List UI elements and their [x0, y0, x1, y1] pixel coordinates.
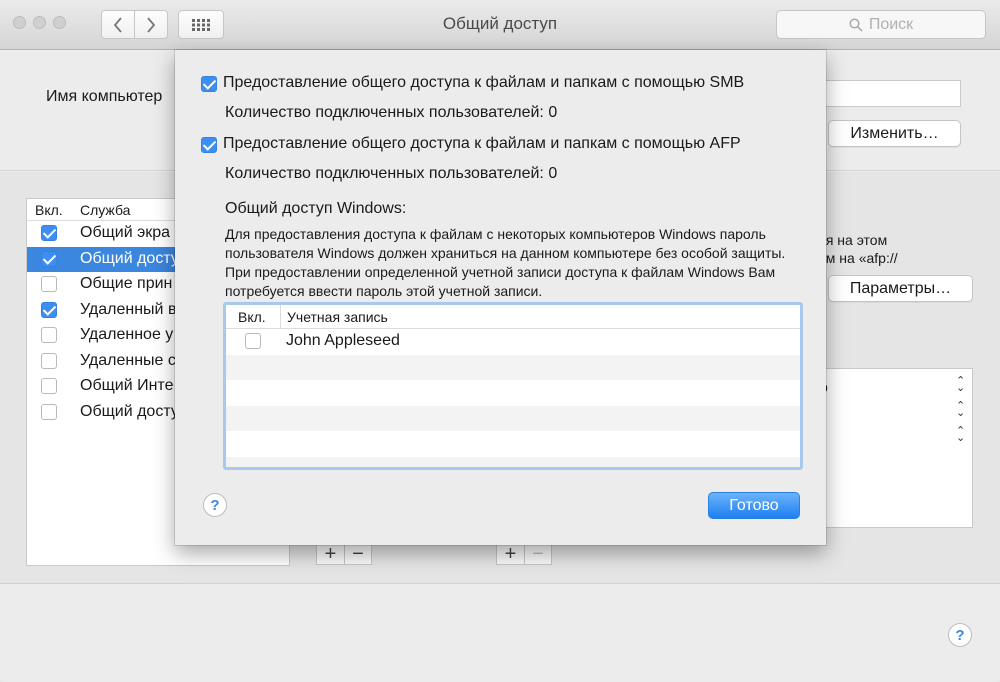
change-name-button[interactable]: Изменить…: [828, 120, 961, 147]
users-list[interactable]: р: [815, 368, 973, 528]
options-button[interactable]: Параметры…: [828, 275, 973, 302]
header-service: Служба: [80, 202, 131, 218]
service-label: Удаленный в: [80, 300, 177, 318]
service-checkbox[interactable]: [41, 301, 57, 318]
service-checkbox[interactable]: [41, 250, 57, 267]
service-checkbox[interactable]: [41, 225, 57, 241]
header-on: Вкл.: [238, 309, 266, 325]
search-placeholder: Поиск: [868, 15, 914, 33]
service-checkbox[interactable]: [41, 276, 57, 292]
done-button[interactable]: Готово: [708, 492, 800, 519]
services-add-remove: + −: [316, 543, 372, 565]
system-preferences-window: Общий доступ Поиск Имя компьютер Изменит…: [0, 0, 1000, 682]
service-label: Удаленные с: [80, 351, 176, 369]
updown-icon[interactable]: ⌃ ⌄: [956, 426, 965, 444]
smb-checkbox[interactable]: [201, 76, 217, 92]
folders-add-remove: + −: [496, 543, 552, 565]
service-label: Общий экра: [80, 224, 171, 241]
info-text-line2: ам на «afp://: [818, 250, 898, 266]
service-label: Общий досту: [80, 249, 179, 267]
service-checkbox[interactable]: [41, 352, 57, 369]
accounts-table[interactable]: Вкл. Учетная запись John Appleseed: [223, 302, 803, 470]
windows-sharing-title: Общий доступ Windows:: [225, 200, 407, 217]
computer-name-field[interactable]: [815, 80, 961, 107]
accounts-table-header: Вкл. Учетная запись: [226, 305, 800, 329]
updown-icon[interactable]: ⌃ ⌄: [956, 401, 965, 419]
table-row: [226, 354, 800, 380]
title-bar: Общий доступ Поиск: [0, 0, 1000, 50]
service-checkbox[interactable]: [41, 378, 57, 394]
windows-sharing-description: Для предоставления доступа к файлам с не…: [225, 226, 786, 299]
remove-button[interactable]: −: [344, 543, 371, 565]
account-name: John Appleseed: [286, 332, 400, 349]
service-label: Общий Инте: [80, 377, 174, 394]
service-label: Удаленное у: [80, 326, 174, 343]
header-on: Вкл.: [35, 202, 63, 218]
help-button[interactable]: ?: [948, 623, 972, 647]
updown-icon[interactable]: ⌃ ⌄: [956, 376, 965, 394]
service-checkbox[interactable]: [41, 403, 57, 420]
smb-count: Количество подключенных пользователей: 0: [225, 104, 558, 121]
add-button[interactable]: +: [317, 543, 344, 565]
table-row[interactable]: John Appleseed: [226, 329, 800, 355]
afp-label: Предоставление общего доступа к файлам и…: [223, 135, 741, 152]
file-sharing-options-sheet: Предоставление общего доступа к файлам и…: [175, 50, 826, 545]
computer-name-label: Имя компьютер: [46, 88, 163, 105]
table-row: [226, 456, 800, 467]
add-folder-button[interactable]: +: [497, 543, 524, 565]
header-account: Учетная запись: [287, 309, 388, 325]
info-text-line1: ия на этом: [818, 232, 888, 248]
table-row: [226, 431, 800, 457]
service-label: Общие прин: [80, 275, 173, 292]
afp-count: Количество подключенных пользователей: 0: [225, 165, 558, 182]
search-icon: [849, 17, 863, 32]
table-row: [226, 380, 800, 406]
afp-checkbox[interactable]: [201, 137, 217, 153]
footer-section: [0, 585, 1000, 682]
sheet-help-button[interactable]: ?: [203, 493, 227, 517]
service-checkbox[interactable]: [41, 327, 57, 343]
table-row: [226, 405, 800, 431]
remove-folder-button[interactable]: −: [524, 543, 551, 565]
search-field[interactable]: Поиск: [776, 10, 986, 39]
account-checkbox[interactable]: [245, 333, 261, 349]
service-label: Общий досту: [80, 402, 179, 420]
smb-label: Предоставление общего доступа к файлам и…: [223, 74, 745, 91]
